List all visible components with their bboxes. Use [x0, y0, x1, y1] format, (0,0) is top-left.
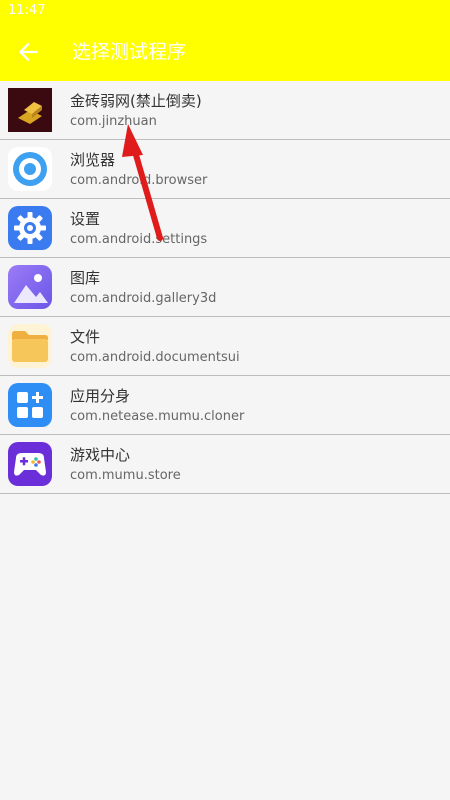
app-name: 设置 [70, 210, 101, 228]
app-package: com.android.gallery3d [70, 291, 217, 306]
app-package: com.mumu.store [70, 468, 181, 483]
app-item-settings[interactable]: 设置 com.android.settings [0, 199, 450, 258]
app-package: com.android.browser [70, 173, 208, 188]
app-bar: 选择测试程序 [0, 24, 450, 81]
gear-icon [8, 206, 52, 250]
app-package: com.netease.mumu.cloner [70, 409, 245, 424]
app-name: 游戏中心 [70, 446, 131, 464]
app-name: 文件 [70, 328, 101, 346]
app-item-cloner[interactable]: 应用分身 com.netease.mumu.cloner [0, 376, 450, 435]
status-bar: 11:47 [0, 0, 450, 24]
app-package: com.android.settings [70, 232, 208, 247]
app-item-gallery[interactable]: 图库 com.android.gallery3d [0, 258, 450, 317]
app-name: 浏览器 [70, 151, 116, 169]
app-package: com.android.documentsui [70, 350, 240, 365]
app-item-files[interactable]: 文件 com.android.documentsui [0, 317, 450, 376]
app-name: 应用分身 [70, 387, 131, 405]
gallery-icon [8, 265, 52, 309]
page-title: 选择测试程序 [72, 41, 187, 63]
app-item-jinzhuan[interactable]: 金砖弱网(禁止倒卖) com.jinzhuan [0, 81, 450, 140]
browser-icon [8, 147, 52, 191]
app-list: 金砖弱网(禁止倒卖) com.jinzhuan 浏览器 com.android.… [0, 81, 450, 494]
gamepad-icon [8, 442, 52, 486]
app-name: 金砖弱网(禁止倒卖) [70, 92, 202, 110]
gold-bar-icon [8, 88, 52, 132]
back-arrow-icon[interactable] [14, 38, 42, 66]
app-name: 图库 [70, 269, 101, 287]
app-package: com.jinzhuan [70, 114, 157, 129]
status-time: 11:47 [8, 3, 46, 18]
app-cloner-icon [8, 383, 52, 427]
app-item-browser[interactable]: 浏览器 com.android.browser [0, 140, 450, 199]
app-item-game-center[interactable]: 游戏中心 com.mumu.store [0, 435, 450, 494]
folder-icon [8, 324, 52, 368]
